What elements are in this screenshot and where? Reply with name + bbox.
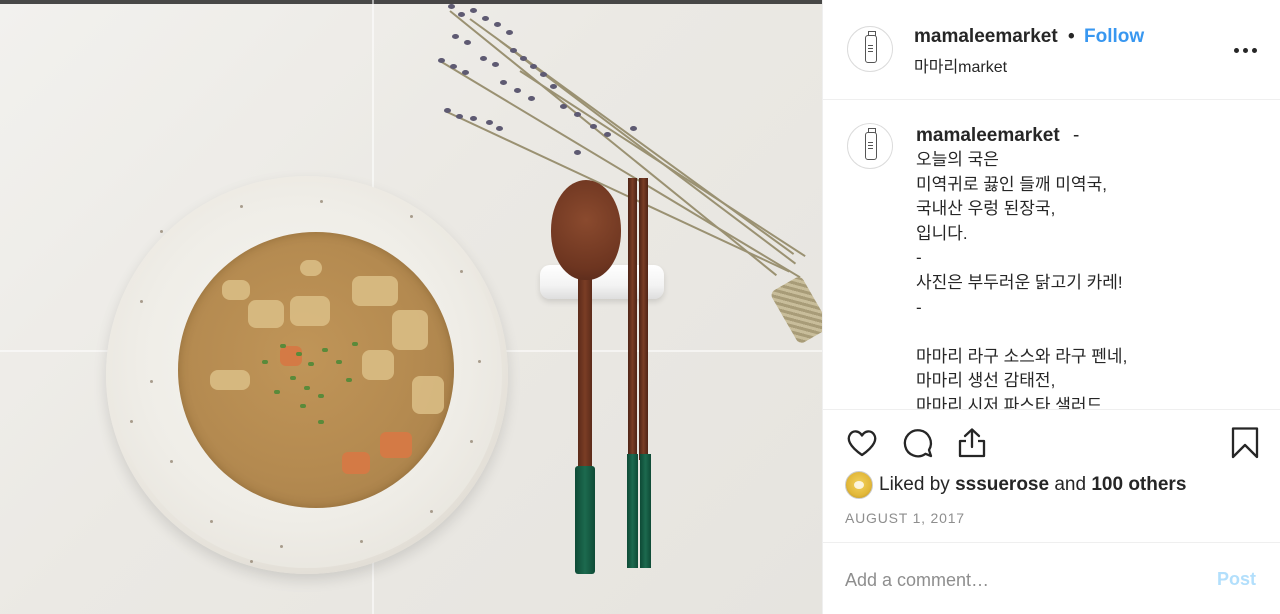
caption-area: mamaleemarket - 오늘의 국은 미역귀로 끓인 들깨 미역국, 국… — [823, 100, 1280, 410]
caption-line: 입니다. — [916, 223, 968, 243]
post-username[interactable]: mamaleemarket — [914, 26, 1058, 48]
caption-text: 오늘의 국은 미역귀로 끓인 들깨 미역국, 국내산 우렁 된장국, 입니다. … — [916, 148, 1128, 410]
bundle-tie — [769, 275, 822, 345]
caption-line: 사진은 부두러운 닭고기 카레! — [916, 272, 1123, 292]
post-comment-button[interactable]: Post — [1217, 569, 1256, 590]
photo-top-edge — [0, 0, 822, 4]
likes-prefix: Liked by — [879, 474, 950, 495]
caption-line: 마마리 시저 파스타 샐러드 — [916, 395, 1103, 410]
caption-line: 국내산 우렁 된장국, — [916, 199, 1056, 219]
likes-and: and — [1054, 474, 1087, 495]
spoon-tip — [575, 466, 595, 574]
caption-line: - — [916, 248, 922, 268]
heart-icon[interactable] — [845, 426, 879, 460]
caption-line: 미역귀로 끓인 들깨 미역국, — [916, 174, 1107, 194]
chopstick-tip — [627, 454, 638, 568]
comment-icon[interactable] — [901, 426, 935, 460]
post-sidebar: mamaleemarket • Follow 마마리market mamalee… — [822, 0, 1280, 614]
likes-others-link[interactable]: 100 others — [1091, 474, 1186, 496]
chopstick-tip — [640, 454, 651, 568]
liker-avatar[interactable] — [845, 471, 873, 499]
caption-line: 마마리 생선 감태전, — [916, 371, 1056, 391]
caption-dash: - — [1073, 125, 1080, 146]
comment-bar: Post — [823, 542, 1280, 614]
bookmark-icon[interactable] — [1228, 426, 1262, 460]
caption-username[interactable]: mamaleemarket — [916, 125, 1060, 147]
caption-line: 오늘의 국은 — [916, 150, 999, 169]
follow-button[interactable]: Follow — [1084, 26, 1144, 48]
action-bar — [823, 410, 1280, 470]
caption-line — [916, 320, 1127, 345]
chopstick — [639, 178, 648, 460]
post-date[interactable]: AUGUST 1, 2017 — [845, 510, 965, 526]
chopstick — [628, 178, 637, 460]
caption-line: - — [916, 297, 922, 317]
likes-summary: Liked by sssuerose and 100 others — [845, 470, 1186, 500]
share-icon[interactable] — [955, 426, 989, 460]
avatar[interactable] — [847, 26, 893, 72]
post-photo[interactable] — [0, 0, 822, 614]
more-dots-icon[interactable] — [1234, 38, 1258, 62]
comment-input[interactable] — [845, 567, 1185, 593]
post-location[interactable]: 마마리market — [914, 53, 1007, 77]
liker-username[interactable]: sssuerose — [955, 474, 1049, 496]
caption-line: 마마리 라구 소스와 라구 펜네, — [916, 346, 1128, 366]
post-header: mamaleemarket • Follow 마마리market — [823, 0, 1280, 100]
avatar[interactable] — [847, 123, 893, 169]
separator-dot: • — [1068, 26, 1075, 47]
spoon — [551, 180, 621, 280]
spoon-handle — [578, 270, 592, 470]
